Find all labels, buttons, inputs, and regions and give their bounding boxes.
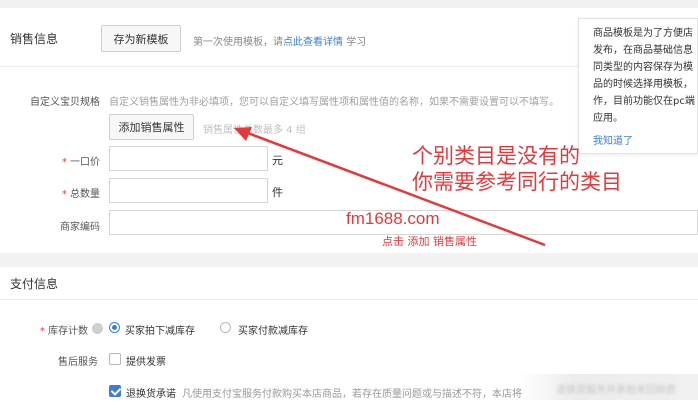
quantity-input[interactable]: [109, 178, 268, 203]
tooltip-dismiss-link[interactable]: 我知道了: [593, 133, 633, 150]
tooltip-line-3: 同类型的内容保存为模: [593, 62, 693, 73]
quantity-label: * 总数量: [61, 189, 100, 200]
tooltip-line-2: 发布，在商品基础信息: [593, 45, 693, 56]
template-hint: 第一次使用模板，请点此查看详情 学习: [193, 33, 366, 48]
payment-divider: [0, 299, 698, 300]
template-details-link[interactable]: 点此查看详情: [283, 37, 343, 48]
return-promise-description: 凡使用支付宝服务付款购买本店商品，若存在质量问题或与描述不符，本店将: [182, 389, 522, 400]
return-promise-label: 退换货承诺: [126, 389, 176, 400]
section-divider: [0, 253, 698, 267]
stock-option-order-label: 买家拍下减库存: [125, 326, 195, 337]
price-label-text: 一口价: [70, 157, 100, 168]
tooltip-line-1: 商品模板是为了方便店: [593, 28, 693, 39]
after-sale-label: 售后服务: [58, 357, 98, 368]
tooltip-line-5: 作，目前功能仅在pc端: [593, 96, 695, 107]
return-promise-description-tail: 退换货服务并承担来回邮费: [556, 385, 676, 396]
stock-option-order-radio[interactable]: [109, 322, 120, 333]
quantity-unit: 件: [272, 186, 283, 199]
stock-info-icon: [92, 323, 103, 334]
stock-option-payment-radio[interactable]: [220, 322, 231, 333]
sales-info-title: 销售信息: [10, 32, 59, 46]
price-input[interactable]: [109, 146, 268, 171]
quantity-label-text: 总数量: [70, 189, 100, 200]
invoice-label: 提供发票: [126, 357, 166, 368]
template-tooltip: 商品模板是为了方便店 发布，在商品基础信息 同类型的内容保存为模 品的时候选择用…: [578, 18, 698, 154]
merchant-code-label: 商家编码: [60, 222, 100, 233]
price-unit: 元: [272, 154, 283, 167]
top-gap: [0, 0, 698, 8]
add-sales-attribute-button[interactable]: 添加销售属性: [109, 114, 194, 140]
tooltip-line-6: 应用。: [593, 113, 623, 124]
annotation-line-2: 你需要参考同行的类目: [412, 170, 622, 194]
stock-option-payment-label: 买家付款减库存: [238, 326, 308, 337]
sales-divider: [0, 66, 578, 67]
click-hint-text: 点击 添加 销售属性: [382, 235, 477, 248]
stock-count-label: * 库存计数: [39, 326, 88, 337]
invoice-checkbox[interactable]: [109, 353, 121, 365]
save-as-template-button[interactable]: 存为新模板: [101, 25, 181, 52]
price-label: * 一口价: [61, 157, 100, 168]
watermark-text: fm1688.com: [346, 209, 440, 228]
template-hint-suffix: 学习: [346, 37, 367, 48]
attribute-limit-note: 销售属性总数最多 4 组: [203, 125, 306, 136]
template-hint-prefix: 第一次使用模板，请: [193, 37, 283, 48]
annotation-line-1: 个别类目是没有的: [412, 144, 580, 168]
custom-spec-description: 自定义销售属性为非必填项，您可以自定义填写属性项和属性值的名称，如果不需要设置可…: [109, 97, 559, 108]
stock-count-label-text: 库存计数: [48, 326, 88, 337]
return-promise-checkbox[interactable]: [109, 385, 121, 397]
tooltip-line-4: 品的时候选择用模板，: [593, 79, 693, 90]
custom-spec-label: 自定义宝贝规格: [30, 97, 100, 108]
payment-info-title: 支付信息: [10, 277, 59, 291]
